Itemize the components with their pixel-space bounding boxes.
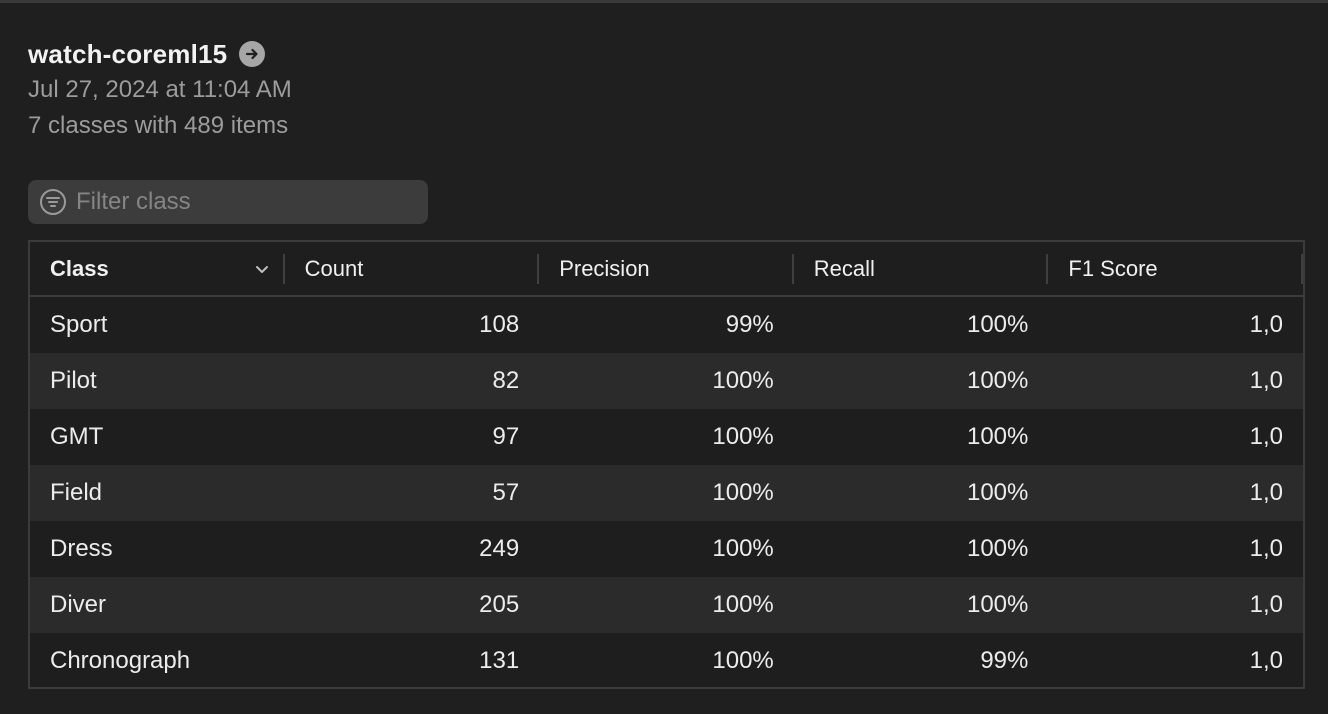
cell-recall: 100%	[966, 367, 1029, 394]
cell-f1-score: 1,0	[1249, 591, 1283, 618]
column-header-count[interactable]: Count	[285, 242, 540, 296]
cell-count: 131	[479, 647, 520, 674]
cell-precision: 100%	[712, 479, 774, 506]
column-header-f1-score[interactable]: F1 Score	[1048, 242, 1303, 296]
cell-count: 249	[479, 535, 520, 562]
filter-class-input[interactable]	[76, 184, 416, 220]
column-header-label: Count	[304, 255, 364, 281]
model-title: watch-coreml15	[28, 38, 228, 69]
cell-precision: 100%	[712, 535, 774, 562]
table-row[interactable]: Pilot 82 100% 100% 1,0	[30, 353, 1303, 409]
table-row[interactable]: Sport 108 99% 100% 1,0	[30, 297, 1303, 353]
cell-class: Field	[50, 479, 103, 506]
column-divider[interactable]	[1300, 254, 1303, 284]
cell-f1-score: 1,0	[1249, 367, 1283, 394]
column-header-label: Recall	[813, 255, 875, 281]
column-header-class[interactable]: Class	[30, 242, 285, 296]
column-header-recall[interactable]: Recall	[794, 242, 1049, 296]
cell-class: Sport	[50, 311, 108, 338]
table-row[interactable]: Chronograph 131 100% 99% 1,0	[30, 633, 1303, 687]
cell-recall: 100%	[966, 311, 1029, 338]
cell-recall: 99%	[980, 647, 1029, 674]
model-header: watch-coreml15 Jul 27, 2024 at 11:04 AM …	[28, 36, 292, 144]
table-header: Class Count Precision Recall F1 Score	[30, 242, 1303, 297]
cell-f1-score: 1,0	[1249, 535, 1283, 562]
cell-f1-score: 1,0	[1249, 647, 1283, 674]
column-header-label: Precision	[559, 255, 650, 281]
metrics-table: Class Count Precision Recall F1 Score Sp…	[28, 240, 1305, 689]
table-row[interactable]: Dress 249 100% 100% 1,0	[30, 521, 1303, 577]
cell-class: Diver	[50, 591, 107, 618]
cell-f1-score: 1,0	[1249, 311, 1283, 338]
cell-recall: 100%	[966, 535, 1029, 562]
cell-count: 108	[479, 311, 520, 338]
cell-class: Pilot	[50, 367, 97, 394]
model-date: Jul 27, 2024 at 11:04 AM	[28, 76, 292, 103]
table-row[interactable]: Diver 205 100% 100% 1,0	[30, 577, 1303, 633]
chevron-down-icon[interactable]	[253, 260, 271, 278]
column-header-label: Class	[50, 255, 109, 281]
cell-count: 97	[492, 423, 520, 450]
cell-precision: 100%	[712, 591, 774, 618]
table-row[interactable]: GMT 97 100% 100% 1,0	[30, 409, 1303, 465]
table-row[interactable]: Field 57 100% 100% 1,0	[30, 465, 1303, 521]
column-header-label: F1 Score	[1068, 255, 1158, 281]
cell-class: Chronograph	[50, 647, 191, 674]
filter-class-field[interactable]	[28, 180, 428, 224]
cell-f1-score: 1,0	[1249, 479, 1283, 506]
filter-lines-icon	[38, 187, 68, 217]
cell-precision: 100%	[712, 367, 774, 394]
cell-precision: 100%	[712, 647, 774, 674]
cell-class: GMT	[50, 423, 104, 450]
cell-count: 82	[492, 367, 520, 394]
cell-recall: 100%	[966, 479, 1029, 506]
column-header-precision[interactable]: Precision	[539, 242, 794, 296]
window-top-border	[0, 0, 1328, 3]
cell-count: 57	[492, 479, 520, 506]
model-summary: 7 classes with 489 items	[28, 112, 289, 139]
cell-count: 205	[479, 591, 520, 618]
cell-recall: 100%	[966, 591, 1029, 618]
cell-precision: 99%	[725, 311, 774, 338]
title-row: watch-coreml15	[28, 36, 292, 72]
cell-precision: 100%	[712, 423, 774, 450]
cell-class: Dress	[50, 535, 113, 562]
cell-recall: 100%	[966, 423, 1029, 450]
arrow-right-circle-icon[interactable]	[239, 41, 266, 67]
cell-f1-score: 1,0	[1249, 423, 1283, 450]
